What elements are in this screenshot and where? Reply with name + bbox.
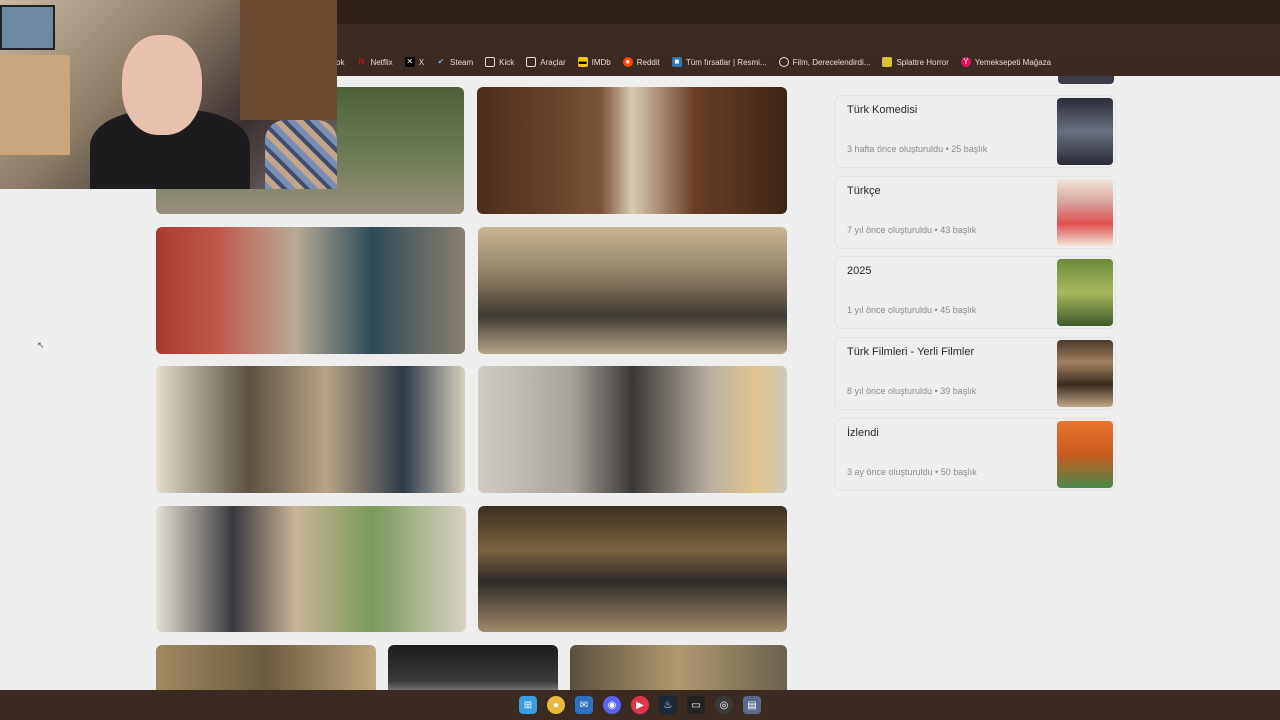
bookmark-imdb[interactable]: ▬ IMDb [577, 57, 611, 67]
media-player-icon[interactable]: ▶ [631, 696, 649, 714]
list-card[interactable]: İzlendi 3 ay önce oluşturuldu • 50 başlı… [834, 418, 1116, 491]
bookmarks-bar: ok N Netflix ✕ X ✔ Steam Kick Araçlar ▬ IMDb… [336, 50, 1051, 74]
list-meta: 1 yıl önce oluşturuldu • 45 başlık [847, 305, 977, 315]
photo-thumbnail[interactable] [156, 366, 465, 493]
bookmark-kick[interactable]: Kick [485, 57, 514, 67]
photo-thumbnail[interactable] [478, 366, 787, 493]
list-title: İzlendi [847, 427, 879, 439]
splatter-icon [882, 57, 893, 67]
list-meta: 8 yıl önce oluşturuldu • 39 başlık [847, 386, 977, 396]
wall-shape [240, 0, 337, 120]
bookmark-tum-firsatlar[interactable]: ■ Tüm fırsatlar | Resmi... [671, 57, 767, 67]
photo-thumbnail[interactable] [570, 645, 787, 690]
list-card[interactable]: Türk Komedisi 3 hafta önce oluşturuldu •… [834, 95, 1116, 168]
list-meta: 3 ay önce oluşturuldu • 50 başlık [847, 467, 977, 477]
shelf-shape [0, 55, 70, 155]
bookmark-ok[interactable]: ok [336, 58, 344, 67]
notepad-icon[interactable]: ▤ [743, 696, 761, 714]
mail-icon[interactable]: ✉ [575, 696, 593, 714]
mouse-cursor-icon: ↖ [37, 340, 45, 350]
photo-thumbnail[interactable] [156, 506, 466, 632]
list-card[interactable]: Türk Filmleri - Yerli Filmler 8 yıl önce… [834, 337, 1116, 410]
bookmark-yemeksepeti[interactable]: Y Yemeksepeti Mağaza [960, 57, 1051, 67]
list-card[interactable]: Türkçe 7 yıl önce oluşturuldu • 43 başlı… [834, 176, 1116, 249]
terminal-icon[interactable]: ▭ [687, 696, 705, 714]
list-title: Türkçe [847, 185, 881, 197]
list-poster [1057, 179, 1113, 246]
bookmark-x[interactable]: ✕ X [404, 57, 424, 67]
bookmark-araclar[interactable]: Araçlar [526, 57, 566, 67]
person-head-shape [122, 35, 202, 135]
discord-icon[interactable]: ◉ [603, 696, 621, 714]
bookmark-splattre-horror[interactable]: Splattre Horror [882, 57, 949, 67]
blanket-shape [265, 120, 337, 189]
steam-icon[interactable]: ♨ [659, 696, 677, 714]
steam-icon: ✔ [437, 57, 445, 66]
chrome-icon[interactable]: ● [547, 696, 565, 714]
list-title: Türk Filmleri - Yerli Filmler [847, 346, 975, 358]
bookmark-steam[interactable]: ✔ Steam [436, 57, 473, 67]
list-poster [1057, 340, 1113, 407]
list-title: 2025 [847, 265, 872, 277]
list-card[interactable]: 2025 1 yıl önce oluşturuldu • 45 başlık [834, 256, 1116, 329]
imdb-icon: ▬ [577, 57, 588, 67]
photo-thumbnail[interactable] [477, 87, 787, 214]
bookmark-netflix[interactable]: N Netflix [356, 57, 393, 67]
yemeksepeti-icon: Y [960, 57, 971, 67]
taskbar: ⊞ ● ✉ ◉ ▶ ♨ ▭ ◎ ▤ [0, 690, 1280, 720]
list-title: Türk Komedisi [847, 104, 918, 116]
list-poster [1057, 259, 1113, 326]
list-poster [1057, 421, 1113, 488]
list-meta: 7 yıl önce oluşturuldu • 43 başlık [847, 225, 977, 235]
aquarium-shape [0, 5, 55, 50]
netflix-icon: N [358, 57, 365, 66]
photo-thumbnail[interactable] [478, 506, 787, 632]
photo-thumbnail[interactable] [156, 227, 465, 354]
bookmark-reddit[interactable]: ● Reddit [622, 57, 660, 67]
photo-thumbnail[interactable] [478, 227, 787, 354]
photo-thumbnail[interactable] [156, 645, 376, 690]
store-icon: ■ [671, 57, 682, 67]
photo-thumbnail[interactable] [388, 645, 558, 690]
list-meta: 3 hafta önce oluşturuldu • 25 başlık [847, 144, 988, 154]
lists-sidebar: Türk Komedisi 3 hafta önce oluşturuldu •… [834, 76, 1116, 496]
bookmark-film-derecelendirdi[interactable]: Film, Derecelendirdi... [778, 57, 870, 67]
list-poster [1057, 98, 1113, 165]
windows-start-icon[interactable]: ⊞ [519, 696, 537, 714]
obs-icon[interactable]: ◎ [715, 696, 733, 714]
webcam-overlay [0, 0, 337, 189]
globe-icon [778, 57, 789, 67]
x-icon: ✕ [404, 57, 415, 67]
folder-icon [485, 57, 496, 67]
reddit-icon: ● [622, 57, 633, 67]
folder-icon [526, 57, 537, 67]
